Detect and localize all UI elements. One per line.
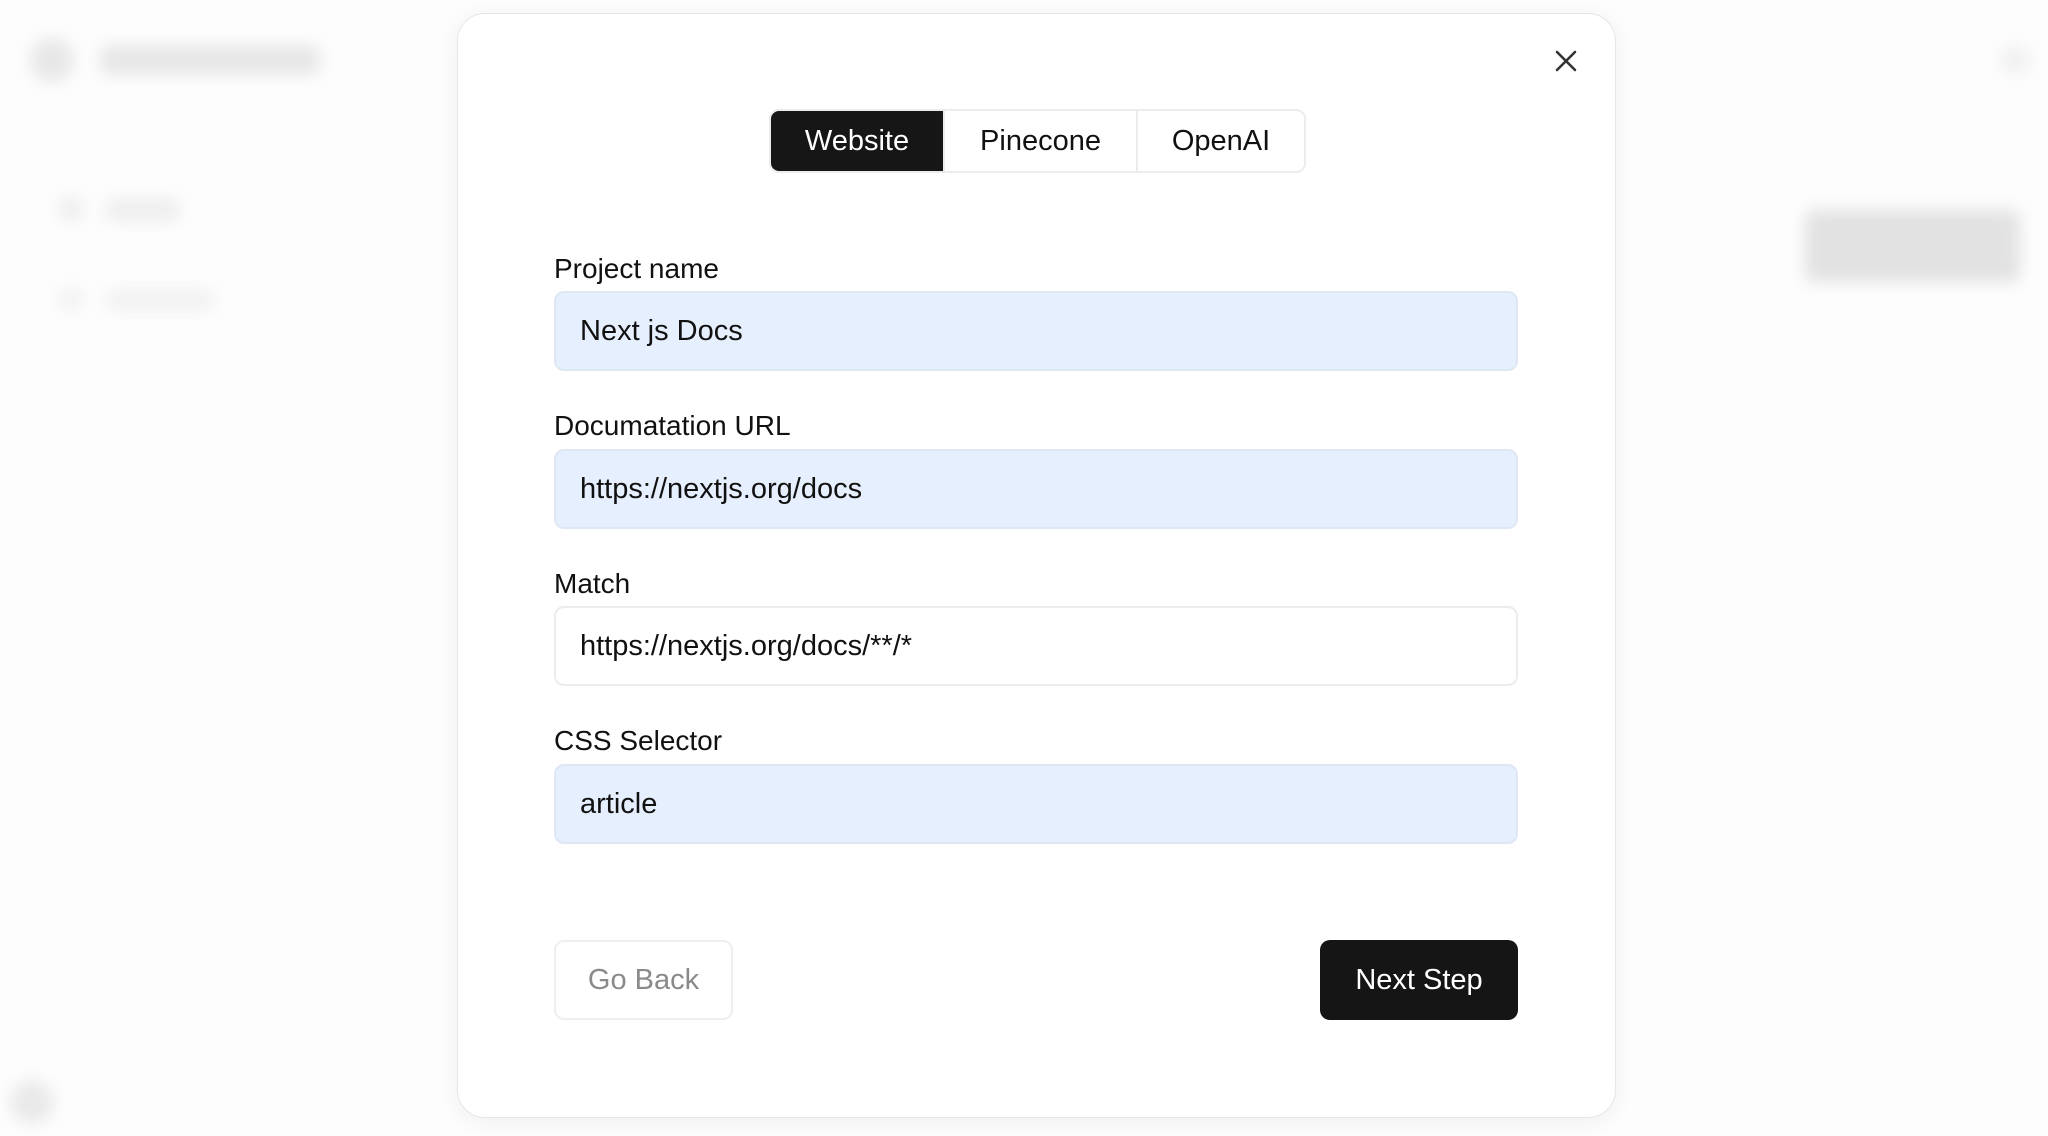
close-icon[interactable] [1551, 46, 1581, 76]
tab-website[interactable]: Website [771, 111, 943, 171]
sidebar-icon [58, 196, 84, 222]
add-button[interactable] [1805, 210, 2020, 282]
documentation-url-input[interactable]: https://nextjs.org/docs [554, 449, 1518, 529]
css-selector-label: CSS Selector [554, 725, 723, 756]
tab-openai[interactable]: OpenAI [1136, 111, 1304, 171]
match-label: Match [554, 568, 631, 599]
next-step-button[interactable]: Next Step [1320, 940, 1518, 1020]
tab-pinecone[interactable]: Pinecone [943, 111, 1136, 171]
project-name-label: Project name [554, 253, 719, 284]
user-avatar[interactable] [10, 1080, 54, 1124]
avatar[interactable] [2000, 45, 2030, 75]
project-name-input[interactable]: Next js Docs [554, 291, 1518, 371]
sidebar-item[interactable] [105, 198, 180, 222]
app-title-placeholder [100, 45, 320, 75]
source-tabs: Website Pinecone OpenAI [769, 109, 1306, 173]
logo-icon [30, 38, 74, 82]
documentation-url-label: Documatation URL [554, 410, 791, 441]
go-back-button[interactable]: Go Back [554, 940, 733, 1020]
css-selector-input[interactable]: article [554, 764, 1518, 844]
sidebar-icon [58, 286, 84, 312]
sidebar-item[interactable] [105, 288, 215, 312]
match-input[interactable]: https://nextjs.org/docs/**/* [554, 606, 1518, 686]
